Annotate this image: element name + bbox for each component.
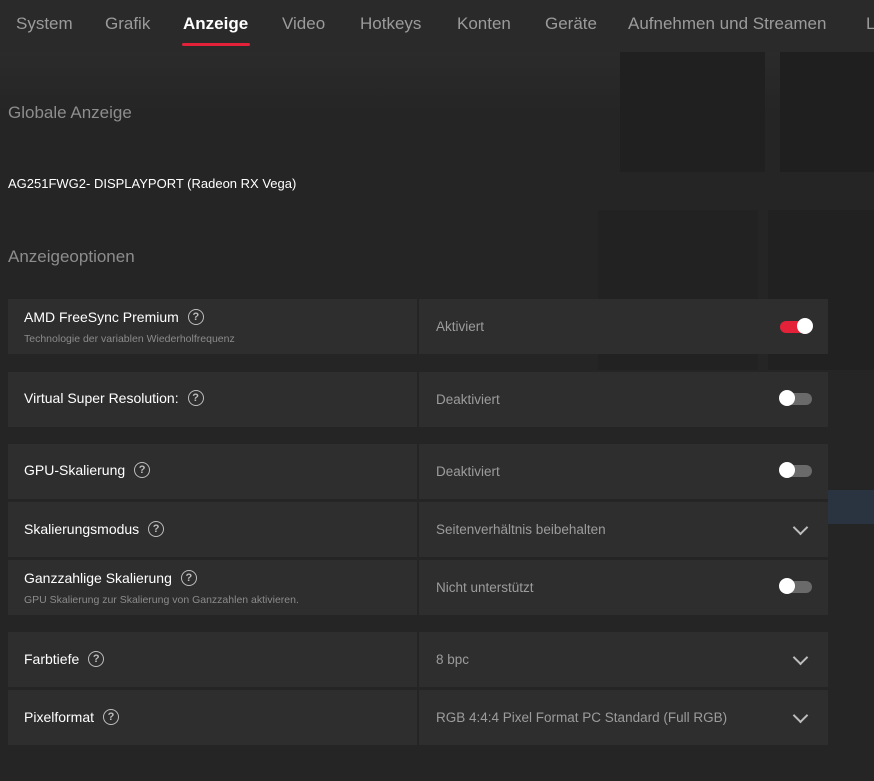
toggle-knob bbox=[797, 318, 813, 334]
toggle-knob bbox=[779, 462, 795, 478]
section-title-global-display: Globale Anzeige bbox=[8, 103, 132, 122]
freesync-toggle[interactable] bbox=[780, 318, 813, 334]
setting-label: Virtual Super Resolution: bbox=[24, 390, 179, 406]
setting-label-cell: GPU-Skalierung ? bbox=[8, 444, 417, 499]
background-panel bbox=[828, 490, 874, 524]
tab-grafik[interactable]: Grafik bbox=[105, 14, 150, 34]
setting-description: Technologie der variablen Wiederholfrequ… bbox=[24, 333, 235, 345]
tab-aufnehmen-und-streamen[interactable]: Aufnehmen und Streamen bbox=[628, 14, 826, 34]
scaling-mode-dropdown[interactable]: Seitenverhältnis beibehalten bbox=[419, 502, 828, 557]
help-icon[interactable]: ? bbox=[88, 651, 105, 667]
tab-video[interactable]: Video bbox=[282, 14, 325, 34]
setting-label: Ganzzahlige Skalierung bbox=[24, 570, 172, 586]
help-icon[interactable]: ? bbox=[187, 390, 204, 406]
pixel-format-dropdown[interactable]: RGB 4:4:4 Pixel Format PC Standard (Full… bbox=[419, 690, 828, 745]
active-tab-indicator bbox=[182, 43, 250, 46]
tab-anzeige[interactable]: Anzeige bbox=[183, 14, 248, 34]
setting-label-cell: AMD FreeSync Premium ? Technologie der v… bbox=[8, 299, 417, 354]
setting-row-color-depth: Farbtiefe ? 8 bpc bbox=[8, 632, 828, 687]
setting-label-cell: Pixelformat ? bbox=[8, 690, 417, 745]
setting-row-gpu-scaling: GPU-Skalierung ? Deaktiviert bbox=[8, 444, 828, 499]
top-navigation: System Grafik Anzeige Video Hotkeys Kont… bbox=[0, 0, 874, 52]
setting-value: Aktiviert bbox=[436, 319, 485, 334]
section-title-display-options: Anzeigeoptionen bbox=[8, 247, 135, 266]
dropdown-selected-value: RGB 4:4:4 Pixel Format PC Standard (Full… bbox=[436, 710, 728, 725]
setting-value-cell: Aktiviert bbox=[419, 299, 828, 354]
setting-label: AMD FreeSync Premium bbox=[24, 309, 179, 325]
setting-label: Farbtiefe bbox=[24, 651, 80, 667]
help-icon[interactable]: ? bbox=[187, 309, 204, 325]
setting-label-cell: Virtual Super Resolution: ? bbox=[8, 372, 417, 427]
help-icon[interactable]: ? bbox=[103, 709, 120, 725]
virtual-super-resolution-toggle[interactable] bbox=[779, 390, 812, 406]
tab-hotkeys[interactable]: Hotkeys bbox=[360, 14, 421, 34]
setting-value-cell: Nicht unterstützt bbox=[419, 560, 828, 615]
chevron-down-icon[interactable] bbox=[792, 519, 809, 536]
color-depth-dropdown[interactable]: 8 bpc bbox=[419, 632, 828, 687]
setting-value-cell: Deaktiviert bbox=[419, 444, 828, 499]
setting-description: GPU Skalierung zur Skalierung von Ganzza… bbox=[24, 594, 299, 606]
display-name: AG251FWG2- DISPLAYPORT (Radeon RX Vega) bbox=[8, 176, 297, 191]
background-panel bbox=[620, 52, 765, 172]
setting-label: GPU-Skalierung bbox=[24, 462, 126, 478]
chevron-down-icon[interactable] bbox=[792, 707, 809, 724]
toggle-knob bbox=[779, 390, 795, 406]
setting-label-cell: Ganzzahlige Skalierung ? GPU Skalierung … bbox=[8, 560, 417, 615]
setting-row-virtual-super-resolution: Virtual Super Resolution: ? Deaktiviert bbox=[8, 372, 828, 427]
setting-value: Deaktiviert bbox=[436, 392, 500, 407]
background-panel bbox=[780, 52, 874, 172]
setting-value: Deaktiviert bbox=[436, 464, 500, 479]
setting-row-scaling-mode: Skalierungsmodus ? Seitenverhältnis beib… bbox=[8, 502, 828, 557]
chevron-down-icon[interactable] bbox=[792, 649, 809, 666]
help-icon[interactable]: ? bbox=[148, 521, 165, 537]
tab-konten[interactable]: Konten bbox=[457, 14, 511, 34]
setting-row-integer-scaling: Ganzzahlige Skalierung ? GPU Skalierung … bbox=[8, 560, 828, 615]
help-icon[interactable]: ? bbox=[180, 570, 197, 586]
toggle-knob bbox=[779, 578, 795, 594]
setting-label-cell: Farbtiefe ? bbox=[8, 632, 417, 687]
setting-label: Pixelformat bbox=[24, 709, 95, 725]
tab-overflow[interactable]: L bbox=[866, 14, 874, 34]
tab-geraete[interactable]: Geräte bbox=[545, 14, 597, 34]
setting-value-cell: Deaktiviert bbox=[419, 372, 828, 427]
help-icon[interactable]: ? bbox=[134, 462, 151, 478]
setting-label-cell: Skalierungsmodus ? bbox=[8, 502, 417, 557]
tab-system[interactable]: System bbox=[16, 14, 73, 34]
integer-scaling-toggle[interactable] bbox=[779, 578, 812, 594]
setting-label: Skalierungsmodus bbox=[24, 521, 140, 537]
dropdown-selected-value: Seitenverhältnis beibehalten bbox=[436, 522, 606, 537]
setting-value: Nicht unterstützt bbox=[436, 580, 534, 595]
gpu-scaling-toggle[interactable] bbox=[779, 462, 812, 478]
setting-row-pixel-format: Pixelformat ? RGB 4:4:4 Pixel Format PC … bbox=[8, 690, 828, 745]
setting-row-freesync: AMD FreeSync Premium ? Technologie der v… bbox=[8, 299, 828, 354]
dropdown-selected-value: 8 bpc bbox=[436, 652, 470, 667]
